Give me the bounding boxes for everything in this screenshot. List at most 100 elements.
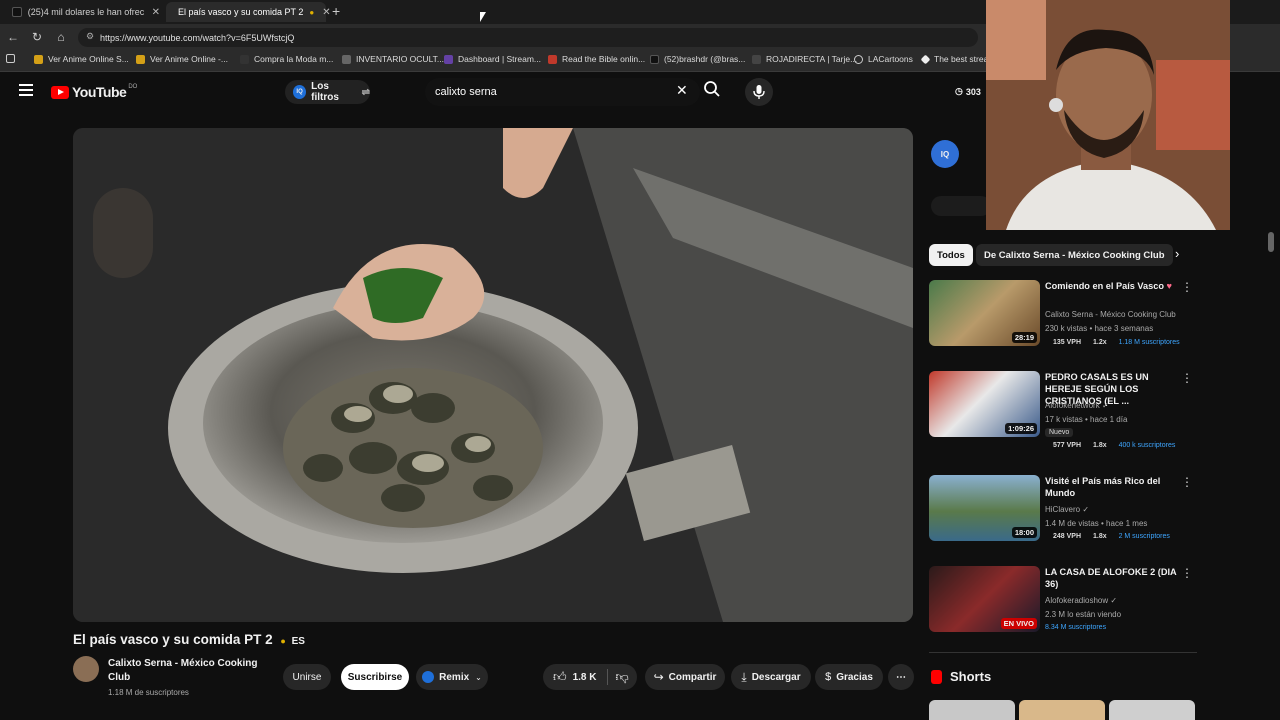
video-frame <box>73 128 913 622</box>
scrollbar-thumb[interactable] <box>1268 232 1274 252</box>
join-button[interactable]: Unirse <box>283 664 331 690</box>
youtube-play-icon <box>51 85 69 99</box>
share-button[interactable]: ↪ Compartir <box>645 664 725 690</box>
bookmark-favicon-icon <box>240 54 249 64</box>
filters-button[interactable]: IQ Los filtros ⇌ <box>285 80 370 104</box>
short-thumbnail[interactable] <box>929 700 1015 720</box>
bookmark-item[interactable]: LACartoons <box>854 54 913 64</box>
shorts-icon <box>931 669 942 684</box>
video-card-stats: 135 VPH 1.2x 1.18 M suscriptores <box>1053 339 1180 346</box>
video-player[interactable] <box>73 128 913 622</box>
video-card-stats: 8.34 M suscriptores <box>1045 624 1107 631</box>
video-card-views: 2.3 M lo están viendo <box>1045 610 1122 619</box>
iq-icon <box>422 671 435 683</box>
more-actions-icon[interactable]: ⋯ <box>888 664 914 690</box>
bookmark-item[interactable]: Read the Bible onlin... <box>548 54 645 64</box>
chip-from-channel[interactable]: De Calixto Serna - México Cooking Club <box>976 244 1173 266</box>
status-dot-icon: ● <box>280 636 286 646</box>
globe-icon <box>854 54 863 64</box>
bookmarks-icon[interactable] <box>6 54 20 63</box>
search-input[interactable]: calixto serna <box>425 78 700 106</box>
video-thumbnail[interactable]: 28:19 <box>929 280 1040 346</box>
list-item[interactable]: EN VIVO LA CASA DE ALOFOKE 2 (DIA 36) Al… <box>929 566 1199 646</box>
close-icon[interactable]: ✕ <box>152 7 160 18</box>
microphone-icon <box>753 85 765 99</box>
video-card-views: 17 k vistas • hace 1 día <box>1045 415 1128 424</box>
reload-icon[interactable]: ↻ <box>28 28 46 46</box>
thanks-icon: $ <box>825 671 832 683</box>
new-tab-icon[interactable]: + <box>332 3 340 19</box>
bookmark-favicon-icon <box>548 54 557 64</box>
url-field[interactable]: ⚙ https://www.youtube.com/watch?v=6F5UWf… <box>78 28 978 47</box>
video-card-channel: Calixto Serna - México Cooking Club <box>1045 310 1176 319</box>
youtube-logo[interactable]: YouTube DO <box>51 84 137 100</box>
sidebar-pill[interactable] <box>931 196 991 216</box>
sliders-icon: ⇌ <box>361 86 370 98</box>
tab-2[interactable]: El país vasco y su comida PT 2 ● ✕ <box>166 2 331 22</box>
video-thumbnail[interactable]: EN VIVO <box>929 566 1040 632</box>
video-card-views: 1.4 M de vistas • hace 1 mes <box>1045 519 1148 528</box>
site-info-icon[interactable]: ⚙ <box>86 31 94 42</box>
bookmark-favicon-icon <box>444 54 453 64</box>
more-options-icon[interactable]: ⋮ <box>1181 566 1193 580</box>
webcam-image <box>986 0 1230 230</box>
more-options-icon[interactable]: ⋮ <box>1181 280 1193 294</box>
thanks-button[interactable]: $ Gracias <box>815 664 883 690</box>
search-button[interactable] <box>703 80 725 102</box>
home-icon[interactable]: ⌂ <box>52 28 70 46</box>
verified-icon: ✓ <box>1082 505 1090 514</box>
chip-all[interactable]: Todos <box>929 244 973 266</box>
download-button[interactable]: ⤓ Descargar <box>731 664 811 690</box>
short-thumbnail[interactable] <box>1109 700 1195 720</box>
menu-icon[interactable] <box>19 84 33 96</box>
dislike-icon[interactable]: 👎︎ <box>616 669 629 685</box>
close-icon[interactable]: ✕ <box>322 7 330 18</box>
live-badge: EN VIVO <box>1000 618 1037 629</box>
bookmark-favicon-icon <box>342 54 351 64</box>
counter-badge[interactable]: ◷ 303 <box>955 86 981 97</box>
subscribe-button[interactable]: Suscribirse <box>341 664 409 690</box>
list-item[interactable]: 1:09:26 PEDRO CASALS ES UN HEREJE SEGÚN … <box>929 371 1199 471</box>
more-options-icon[interactable]: ⋮ <box>1181 371 1193 385</box>
video-card-channel: Alofokenetwork ✓ <box>1045 401 1109 410</box>
list-item[interactable]: 28:19 Comiendo en el País Vasco ♥ Calixt… <box>929 280 1199 360</box>
video-card-channel: Alofokeradioshow ✓ <box>1045 596 1118 605</box>
bookmark-item[interactable]: The best strea <box>920 54 988 64</box>
bookmark-item[interactable]: Compra la Moda m... <box>240 54 333 64</box>
tab-1[interactable]: (25)4 mil dolares le han ofrecido ✕ <box>6 2 166 22</box>
video-card-views: 230 k vistas • hace 3 semanas <box>1045 324 1154 333</box>
bookmark-item[interactable]: ROJADIRECTA | Tarje... <box>752 54 857 64</box>
url-text: https://www.youtube.com/watch?v=6F5UWfst… <box>100 32 295 43</box>
download-icon: ⤓ <box>741 669 747 684</box>
video-card-title: Visité el País más Rico del Mundo <box>1045 476 1161 498</box>
bookmark-item[interactable]: Ver Anime Online S... <box>34 54 129 64</box>
clear-search-icon[interactable]: ✕ <box>676 82 688 99</box>
video-card-stats: 577 VPH 1.8x 400 k suscriptores <box>1053 442 1176 449</box>
more-options-icon[interactable]: ⋮ <box>1181 475 1193 489</box>
streamer-webcam-overlay <box>986 0 1230 230</box>
subscriber-count: 1.18 M de suscriptores <box>108 688 189 697</box>
video-card-channel: HiClavero ✓ <box>1045 505 1090 514</box>
bookmark-item[interactable]: Ver Anime Online -... <box>136 54 228 64</box>
bookmark-item[interactable]: INVENTARIO OCULT... <box>342 54 444 64</box>
iq-icon[interactable]: IQ <box>931 140 959 168</box>
clock-icon: ◷ <box>955 86 963 96</box>
bookmark-favicon-icon <box>34 54 43 64</box>
voice-search-button[interactable] <box>745 78 773 106</box>
like-icon[interactable]: 👍︎ <box>553 669 567 685</box>
video-card-title: LA CASA DE ALOFOKE 2 (DIA 36) <box>1045 567 1177 589</box>
tiktok-icon <box>12 7 22 17</box>
bookmark-item[interactable]: Dashboard | Stream... <box>444 54 541 64</box>
tab-1-label: (25)4 mil dolares le han ofrecido <box>27 7 144 17</box>
bookmark-favicon-icon <box>136 54 145 64</box>
video-thumbnail[interactable]: 18:00 <box>929 475 1040 541</box>
short-thumbnail[interactable] <box>1019 700 1105 720</box>
channel-avatar[interactable] <box>73 656 99 682</box>
bookmark-item[interactable]: (52)brashdr (@bras... <box>650 54 745 64</box>
channel-name[interactable]: Calixto Serna - México Cooking Club <box>108 657 278 685</box>
chevron-right-icon[interactable]: › <box>1175 246 1179 261</box>
remix-button[interactable]: Remix ⌄ <box>416 664 488 690</box>
video-thumbnail[interactable]: 1:09:26 <box>929 371 1040 437</box>
list-item[interactable]: 18:00 Visité el País más Rico del Mundo … <box>929 475 1199 555</box>
back-icon[interactable]: ← <box>4 28 22 46</box>
